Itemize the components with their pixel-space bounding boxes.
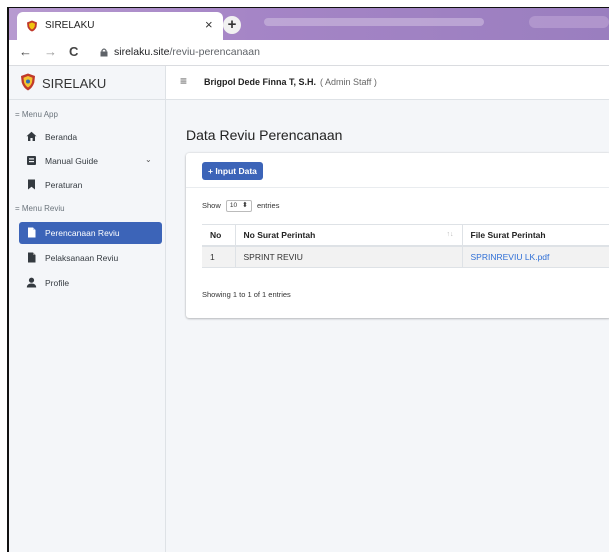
main-content: Data Reviu Perencanaan + Input Data Show…	[166, 100, 609, 552]
sidebar-item-peraturan[interactable]: Peraturan	[19, 174, 162, 196]
table-header-row: No No Surat Perintah ↑↓ File Surat Perin…	[202, 224, 609, 247]
entries-length-control: Show 10 ⬍ entries	[202, 200, 279, 212]
back-arrow-icon[interactable]: ←	[19, 44, 32, 59]
cell-file: SPRINREVIU LK.pdf	[462, 245, 609, 268]
hamburger-menu-icon[interactable]: ≡	[180, 74, 187, 88]
sidebar-item-label: Beranda	[45, 132, 78, 142]
column-header-no[interactable]: No	[202, 224, 236, 247]
sidebar: = Menu App Beranda Manual Guide ⌄ Peratu…	[9, 100, 166, 552]
file-link[interactable]: SPRINREVIU LK.pdf	[471, 252, 550, 262]
file-icon	[28, 227, 36, 238]
blurred-tab-area	[264, 18, 484, 26]
sidebar-item-beranda[interactable]: Beranda	[19, 126, 162, 148]
shield-logo-icon	[27, 20, 37, 32]
sidebar-header-menu-reviu: = Menu Reviu	[15, 204, 65, 213]
page-title: Data Reviu Perencanaan	[186, 127, 343, 143]
brand-name[interactable]: SIRELAKU	[42, 76, 106, 91]
sidebar-item-label: Pelaksanaan Reviu	[45, 253, 119, 263]
input-data-button[interactable]: + Input Data	[202, 162, 263, 180]
bookmark-icon	[28, 179, 35, 190]
top-navbar: ≡ Brigpol Dede Finna T, S.H.( Admin Staf…	[166, 66, 609, 100]
url-host: sirelaku.site	[114, 46, 170, 58]
user-role: ( Admin Staff )	[320, 77, 377, 87]
user-name: Brigpol Dede Finna T, S.H.	[204, 77, 317, 87]
tab-title: SIRELAKU	[45, 20, 95, 31]
tab-close-icon[interactable]: ×	[205, 18, 213, 32]
table-info: Showing 1 to 1 of 1 entries	[202, 290, 291, 299]
home-icon	[26, 131, 37, 141]
reload-icon[interactable]: C	[69, 44, 78, 59]
url-path: /reviu-perencanaan	[169, 46, 260, 58]
blurred-tab-area-2	[529, 16, 609, 28]
tab-strip: SIRELAKU × +	[9, 8, 609, 40]
column-header-label: No Surat Perintah	[243, 229, 316, 240]
browser-tab[interactable]: SIRELAKU ×	[17, 12, 223, 40]
sidebar-item-profile[interactable]: Profile	[19, 272, 162, 294]
chevron-down-icon[interactable]: ⌄	[145, 155, 152, 164]
show-label: Show	[202, 200, 221, 210]
data-table: No No Surat Perintah ↑↓ File Surat Perin…	[202, 224, 609, 268]
file-icon	[28, 252, 36, 263]
shield-logo-icon	[21, 73, 35, 91]
entries-select[interactable]: 10 ⬍	[225, 200, 252, 212]
column-header-no-surat-perintah[interactable]: No Surat Perintah ↑↓	[235, 224, 463, 247]
cell-no: 1	[202, 245, 236, 268]
sort-icon[interactable]: ↑↓	[447, 231, 454, 238]
browser-window: SIRELAKU × + ← → C sirelaku.site/reviu-p…	[7, 7, 609, 552]
user-icon	[26, 277, 37, 288]
card-divider	[186, 187, 609, 188]
select-arrows-icon: ⬍	[241, 202, 248, 209]
column-header-file-surat-perintah[interactable]: File Surat Perintah	[462, 224, 609, 247]
sidebar-item-label: Peraturan	[45, 180, 83, 190]
sidebar-item-label: Manual Guide	[45, 156, 98, 166]
entries-label: entries	[256, 200, 280, 210]
sidebar-item-label: Profile	[45, 278, 70, 288]
sidebar-item-pelaksanaan-reviu[interactable]: Pelaksanaan Reviu	[19, 247, 162, 269]
address-bar[interactable]: sirelaku.site/reviu-perencanaan	[114, 46, 260, 58]
book-icon	[27, 156, 36, 165]
brand-bar: SIRELAKU	[9, 66, 166, 100]
user-info: Brigpol Dede Finna T, S.H.( Admin Staff …	[204, 77, 377, 87]
sidebar-item-perencanaan-reviu[interactable]: Perencanaan Reviu	[19, 222, 162, 244]
sidebar-item-manual-guide[interactable]: Manual Guide ⌄	[19, 150, 162, 172]
cell-no-surat: SPRINT REVIU	[235, 245, 463, 268]
browser-toolbar: ← → C sirelaku.site/reviu-perencanaan	[9, 40, 609, 66]
sidebar-header-menu-app: = Menu App	[15, 110, 58, 119]
lock-icon	[100, 48, 108, 57]
table-row: 1 SPRINT REVIU SPRINREVIU LK.pdf	[202, 245, 609, 268]
new-tab-button[interactable]: +	[223, 16, 241, 34]
forward-arrow-icon[interactable]: →	[44, 44, 57, 59]
entries-select-value: 10	[229, 202, 238, 209]
sidebar-item-label: Perencanaan Reviu	[45, 228, 120, 238]
data-card: + Input Data Show 10 ⬍ entries No No Sura…	[186, 153, 609, 318]
